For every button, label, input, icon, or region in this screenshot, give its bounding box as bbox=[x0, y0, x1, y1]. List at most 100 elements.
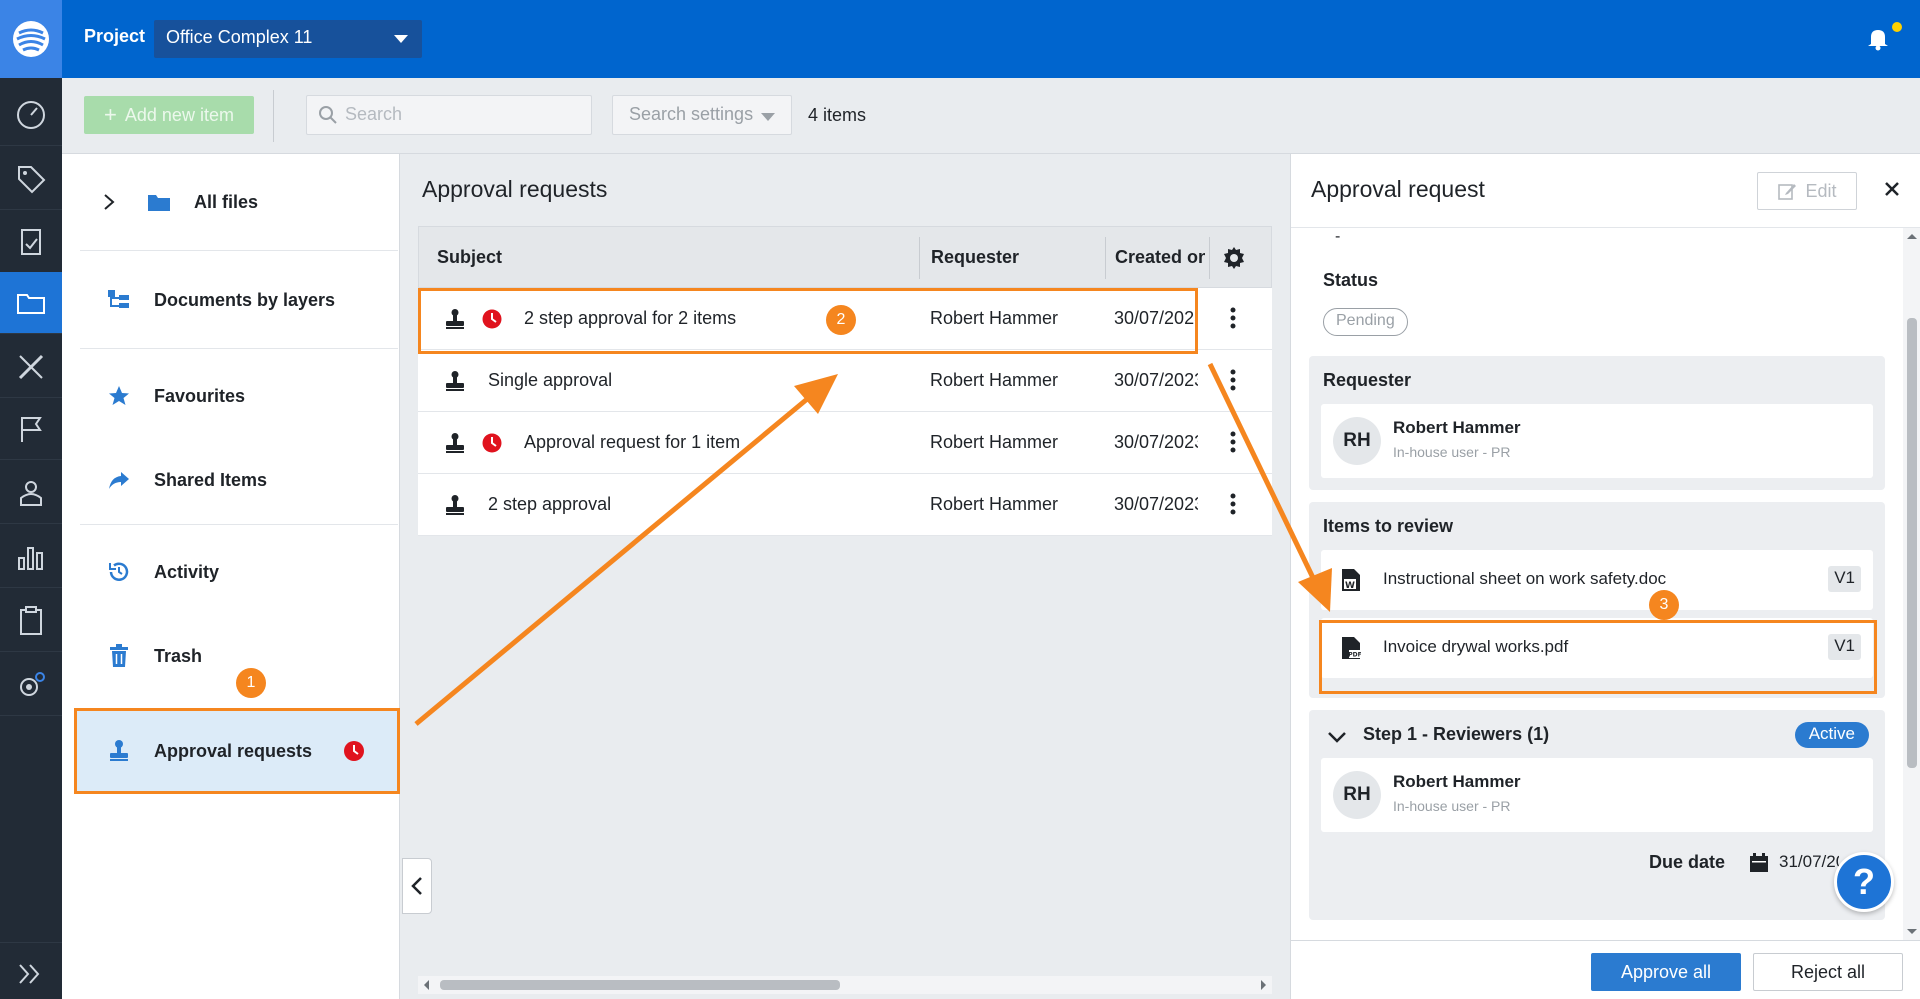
clipboard-icon bbox=[20, 605, 42, 635]
rail-flags-button[interactable] bbox=[0, 398, 62, 460]
folder-panel: All files Documents by layers Favourites… bbox=[62, 154, 400, 999]
column-header-subject[interactable]: Subject bbox=[437, 247, 502, 268]
scrollbar-thumb[interactable] bbox=[440, 980, 840, 990]
review-item[interactable]: W Instructional sheet on work safety.doc… bbox=[1321, 550, 1873, 610]
star-icon bbox=[106, 383, 132, 409]
items-count: 4 items bbox=[808, 105, 867, 125]
rail-reports-button[interactable] bbox=[0, 526, 62, 588]
app-logo[interactable] bbox=[0, 0, 62, 78]
more-options-icon[interactable] bbox=[1230, 368, 1236, 392]
add-new-item-label: Add new item bbox=[124, 104, 234, 125]
more-options-icon[interactable] bbox=[1230, 430, 1236, 454]
search-placeholder: Search bbox=[345, 104, 403, 124]
project-select[interactable]: Office Complex 11 bbox=[154, 20, 422, 58]
more-options-icon[interactable] bbox=[1230, 492, 1236, 516]
step-title[interactable]: Step 1 - Reviewers (1) bbox=[1363, 724, 1549, 745]
divider bbox=[80, 524, 398, 525]
column-divider[interactable] bbox=[919, 237, 920, 279]
column-header-requester[interactable]: Requester bbox=[931, 247, 1019, 268]
user-name: Robert Hammer bbox=[1393, 772, 1521, 791]
flag-icon bbox=[21, 416, 42, 442]
chevron-down-icon[interactable] bbox=[1327, 730, 1347, 744]
column-divider[interactable] bbox=[1105, 237, 1106, 279]
chevron-right-icon[interactable] bbox=[102, 193, 116, 211]
reject-all-button[interactable]: Reject all bbox=[1753, 953, 1903, 991]
row-created: 30/07/2023 bbox=[1114, 432, 1198, 452]
rail-users-button[interactable] bbox=[0, 462, 62, 524]
share-icon bbox=[106, 467, 132, 493]
table-row[interactable]: Approval request for 1 item Robert Hamme… bbox=[418, 412, 1272, 474]
add-new-item-button[interactable]: + Add new item bbox=[84, 96, 254, 134]
rail-expand-button[interactable] bbox=[0, 942, 62, 999]
folder-item-label: All files bbox=[194, 191, 259, 212]
rail-dashboard-button[interactable] bbox=[0, 84, 62, 146]
scroll-right-icon[interactable] bbox=[1261, 980, 1266, 990]
status-label: Status bbox=[1323, 270, 1379, 290]
avatar: RH bbox=[1333, 417, 1381, 465]
user-role: In-house user - PR bbox=[1393, 444, 1511, 460]
caret-down-icon bbox=[761, 113, 775, 121]
requester-label: Requester bbox=[1323, 370, 1412, 390]
scroll-up-icon[interactable] bbox=[1907, 234, 1917, 239]
more-options-icon[interactable] bbox=[1230, 306, 1236, 330]
folder-item-all-files[interactable]: All files bbox=[102, 174, 420, 230]
vertical-scrollbar[interactable] bbox=[1903, 228, 1920, 940]
rail-settings-button[interactable] bbox=[0, 654, 62, 716]
history-icon bbox=[106, 559, 132, 585]
scroll-left-icon[interactable] bbox=[424, 980, 429, 990]
toolbar-divider bbox=[273, 90, 274, 142]
column-header-created[interactable]: Created on bbox=[1115, 247, 1205, 268]
callout-badge-1: 1 bbox=[236, 668, 266, 698]
chevron-left-icon bbox=[411, 877, 422, 895]
document-check-icon bbox=[21, 228, 41, 255]
rail-tags-button[interactable] bbox=[0, 148, 62, 210]
folder-item-favourites[interactable]: Favourites bbox=[106, 368, 424, 424]
edit-label: Edit bbox=[1805, 180, 1837, 201]
file-name: Instructional sheet on work safety.doc bbox=[1383, 569, 1667, 588]
edit-icon bbox=[1778, 184, 1797, 200]
caret-down-icon bbox=[394, 35, 408, 43]
column-divider bbox=[1209, 237, 1210, 279]
rail-clipboard-button[interactable] bbox=[0, 590, 62, 652]
highlight-box-row bbox=[418, 288, 1198, 354]
approve-all-button[interactable]: Approve all bbox=[1591, 953, 1741, 991]
table-row[interactable]: Single approval Robert Hammer 30/07/2023 bbox=[418, 350, 1272, 412]
layers-icon bbox=[106, 287, 132, 313]
folder-item-trash[interactable]: Trash bbox=[106, 628, 424, 684]
step-status-badge: Active bbox=[1794, 722, 1869, 748]
approval-detail-panel: Approval request Edit - Status Pending R… bbox=[1290, 154, 1920, 999]
search-input[interactable]: Search bbox=[306, 95, 592, 135]
folder-item-activity[interactable]: Activity bbox=[106, 544, 424, 600]
gauge-icon bbox=[17, 100, 45, 129]
bell-icon[interactable] bbox=[1864, 24, 1892, 52]
close-icon[interactable] bbox=[1881, 178, 1903, 200]
divider bbox=[80, 348, 398, 349]
divider bbox=[80, 250, 398, 251]
rail-documents-button[interactable] bbox=[0, 212, 62, 274]
word-file-icon: W bbox=[1342, 569, 1360, 591]
folder-item-label: Favourites bbox=[154, 385, 246, 406]
rail-files-button[interactable] bbox=[0, 272, 62, 334]
nav-rail bbox=[0, 0, 62, 999]
horizontal-scrollbar[interactable] bbox=[418, 976, 1272, 994]
highlight-box-folder bbox=[74, 708, 400, 794]
scroll-down-icon[interactable] bbox=[1907, 929, 1917, 934]
folder-item-documents-by-layers[interactable]: Documents by layers bbox=[106, 272, 424, 328]
scrollbar-thumb[interactable] bbox=[1907, 318, 1917, 768]
help-button[interactable]: ? bbox=[1834, 852, 1894, 912]
rail-tools-button[interactable] bbox=[0, 336, 62, 398]
due-date-value: 31/07/2023 bbox=[1779, 852, 1839, 871]
row-requester: Robert Hammer bbox=[930, 432, 1059, 452]
detail-body: - Status Pending Requester RH Robert Ham… bbox=[1291, 228, 1903, 940]
ruler-pencil-icon bbox=[18, 354, 44, 379]
folder-item-shared-items[interactable]: Shared Items bbox=[106, 452, 424, 508]
requester-user: RH Robert Hammer In-house user - PR bbox=[1321, 404, 1873, 478]
reviewer-user: RH Robert Hammer In-house user - PR bbox=[1321, 758, 1873, 832]
gear-icon[interactable] bbox=[1222, 246, 1246, 270]
highlight-box-file bbox=[1319, 620, 1877, 694]
notification-dot bbox=[1892, 22, 1902, 32]
search-settings-dropdown[interactable]: Search settings bbox=[612, 95, 792, 135]
collapse-panel-button[interactable] bbox=[402, 858, 432, 914]
edit-button[interactable]: Edit bbox=[1757, 172, 1857, 210]
table-row[interactable]: 2 step approval Robert Hammer 30/07/2023 bbox=[418, 474, 1272, 536]
